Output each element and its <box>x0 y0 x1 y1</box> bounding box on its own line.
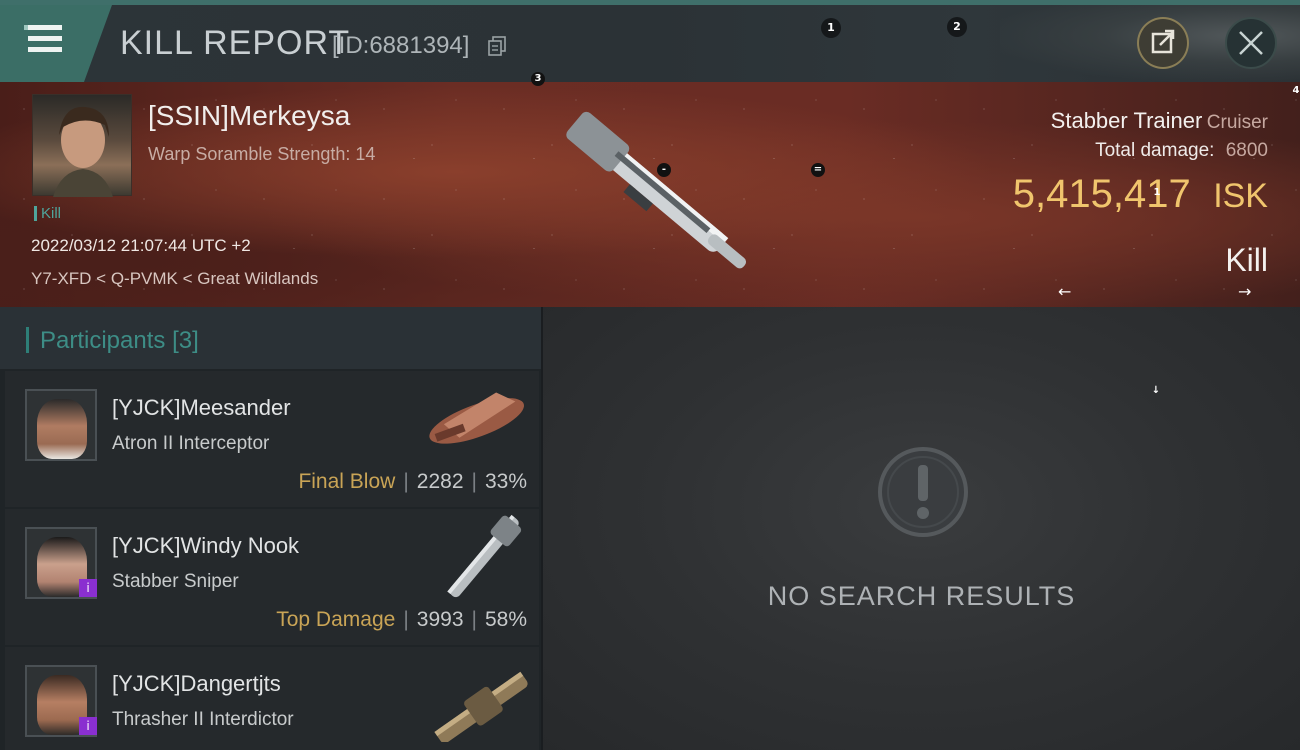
participants-count: [3] <box>172 327 199 354</box>
victim-ship-info: Stabber Trainer Cruiser <box>1051 108 1268 134</box>
no-results-message: NO SEARCH RESULTS <box>767 581 1076 611</box>
marker-1: 1 <box>821 18 841 38</box>
overlay-mark-1: 1 <box>1153 187 1161 198</box>
stat-separator: | <box>403 608 409 631</box>
hamburger-icon-bar <box>28 47 62 52</box>
isk-amount: 5,415,417 <box>1012 172 1191 216</box>
participant-ship[interactable]: Atron II Interceptor <box>112 433 269 455</box>
participant-row[interactable]: i [YJCK]Dangertjts Thrasher II Interdict… <box>5 647 539 750</box>
participant-avatar[interactable]: i <box>25 527 97 599</box>
participant-name[interactable]: [YJCK]Dangertjts <box>112 671 281 697</box>
participant-ship-image <box>447 514 522 598</box>
participant-stats: Final Blow | 2282 | 33% <box>298 470 527 494</box>
exclamation-icon <box>878 447 968 537</box>
participant-damage: 2282 <box>416 470 464 493</box>
final-blow-tag: Final Blow <box>298 470 396 493</box>
stat-separator: | <box>403 470 409 493</box>
participants-header: Participants [3] <box>0 307 541 369</box>
info-badge-icon: i <box>79 579 97 597</box>
total-damage-label: Total damage: <box>1095 140 1215 161</box>
report-id: [ID:6881394] <box>332 32 470 59</box>
stat-separator: | <box>471 470 477 493</box>
hamburger-icon <box>28 25 62 30</box>
marker-4: 4 <box>1292 85 1300 96</box>
participants-accent <box>26 327 29 353</box>
kill-timestamp: 2022/03/12 21:07:44 UTC +2 <box>31 236 251 255</box>
participant-damage: 3993 <box>416 608 464 631</box>
victim-banner: [SSIN]Merkeysa Warp Soramble Strength: 1… <box>0 72 1300 307</box>
close-icon <box>1239 31 1263 55</box>
participant-name[interactable]: [YJCK]Meesander <box>112 395 291 421</box>
participant-row[interactable]: [YJCK]Meesander Atron II Interceptor Fin… <box>5 371 539 507</box>
participant-portrait <box>37 399 87 459</box>
participant-avatar[interactable] <box>25 389 97 461</box>
victim-portrait[interactable] <box>32 94 132 197</box>
overlay-mark-equals: = <box>811 163 825 177</box>
victim-avatar <box>53 106 113 197</box>
down-arrow-marker: ↓ <box>1151 385 1161 396</box>
share-button[interactable] <box>1137 17 1189 69</box>
total-damage: Total damage: 6800 <box>1095 140 1268 162</box>
info-badge-icon: i <box>79 717 97 735</box>
kill-location[interactable]: Y7-XFD < Q-PVMK < Great Wildlands <box>31 269 318 289</box>
participants-title: Participants [3] <box>40 327 199 355</box>
right-arrow-icon: → <box>1238 282 1252 301</box>
left-arrow-icon: ← <box>1058 282 1072 301</box>
participant-row[interactable]: i [YJCK]Windy Nook Stabber Sniper Top Da… <box>5 509 539 645</box>
isk-currency: ISK <box>1213 177 1268 215</box>
total-damage-value: 6800 <box>1225 140 1268 161</box>
participant-percent: 58% <box>484 608 527 631</box>
participants-panel: Participants [3] [YJCK]Meesander Atron I… <box>0 307 541 750</box>
participant-ship[interactable]: Thrasher II Interdictor <box>112 709 294 731</box>
participant-ship[interactable]: Stabber Sniper <box>112 571 239 593</box>
kill-result: Kill <box>1225 242 1268 278</box>
share-icon <box>1151 29 1175 54</box>
page-title: KILL REPORT <box>120 24 351 62</box>
marker-2: 2 <box>947 17 967 37</box>
top-damage-tag: Top Damage <box>276 608 396 631</box>
warp-scramble-strength: Warp Soramble Strength: 14 <box>148 144 376 164</box>
victim-ship-class: Cruiser <box>1206 112 1268 133</box>
participant-avatar[interactable]: i <box>25 665 97 737</box>
victim-name[interactable]: [SSIN]Merkeysa <box>148 100 350 132</box>
victim-ship-image[interactable] <box>540 87 775 302</box>
kill-tag: Kill <box>34 206 61 221</box>
participants-title-text: Participants <box>40 327 166 354</box>
search-results-area: ↓ NO SEARCH RESULTS <box>543 307 1300 750</box>
overlay-mark-dash: - <box>657 163 671 177</box>
hamburger-icon-bar <box>28 36 62 41</box>
participant-ship-image <box>429 392 524 444</box>
participant-percent: 33% <box>484 470 527 493</box>
participant-stats: Top Damage | 3993 | 58% <box>276 608 527 632</box>
copy-icon[interactable] <box>488 36 506 56</box>
victim-ship-name[interactable]: Stabber Trainer <box>1051 108 1203 133</box>
participant-ship-image <box>434 671 528 742</box>
isk-value: 5,415,417 ISK <box>1013 172 1268 217</box>
marker-3: 3 <box>531 72 545 86</box>
participant-name[interactable]: [YJCK]Windy Nook <box>112 533 299 559</box>
close-button[interactable] <box>1225 17 1277 69</box>
stat-separator: | <box>471 608 477 631</box>
